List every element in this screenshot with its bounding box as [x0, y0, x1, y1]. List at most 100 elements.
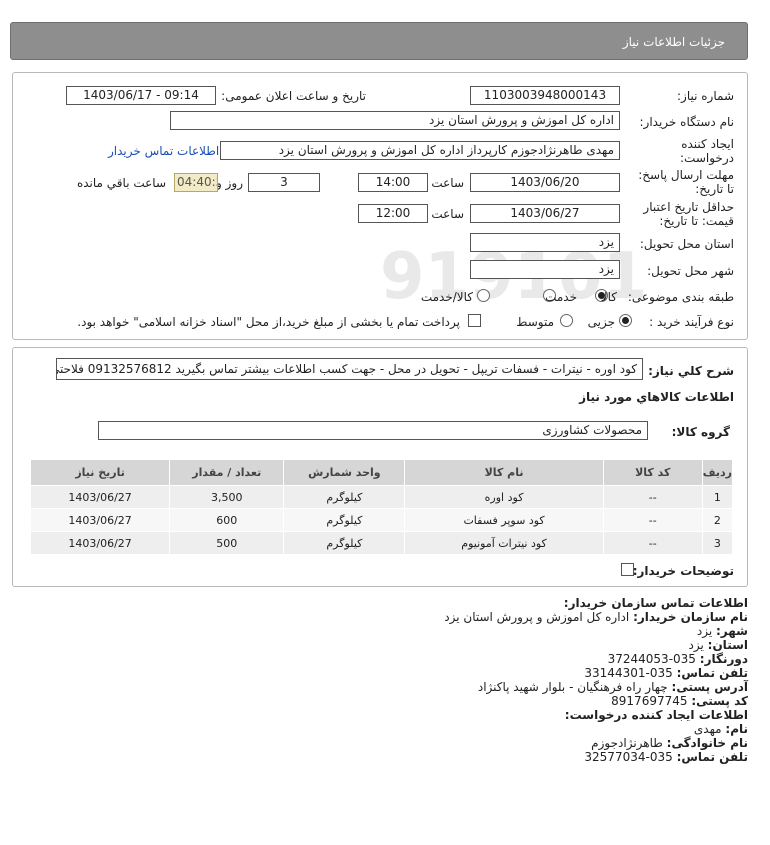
validity-label-2: قیمت: تا تاریخ:: [659, 214, 734, 228]
contact-address-label: آدرس پستی:: [671, 680, 748, 694]
creator-title: اطلاعات ایجاد کننده درخواست:: [564, 708, 748, 722]
validity-time-field: 12:00: [358, 204, 428, 223]
creator-phone-value: 035-32577034: [584, 750, 673, 764]
col-code: کد کالا: [602, 459, 703, 486]
contact-address: آدرس پستی: چهار راه فرهنگیان - بلوار شهی…: [478, 680, 748, 694]
cell-index: 3: [701, 531, 734, 555]
cell-qty: 500: [169, 531, 285, 555]
creator-name: نام: مهدی: [694, 722, 748, 736]
cell-name: کود سوپر فسفات: [404, 508, 604, 532]
goods-table: ردیف کد کالا نام کالا واحد شمارش تعداد /…: [29, 459, 734, 555]
creator-family-value: طاهرنژادجوزم: [591, 736, 663, 750]
remaining-time-field: 04:40:52: [174, 173, 218, 192]
category-option-service: خدمت: [545, 290, 577, 304]
announce-label: تاریخ و ساعت اعلان عمومی:: [221, 89, 366, 103]
table-row: 3 -- کود نیترات آمونیوم کیلوگرم 500 1403…: [29, 531, 734, 555]
contact-phone-value: 035-33144301: [584, 666, 673, 680]
cell-date: 1403/06/27: [29, 485, 171, 509]
cell-name: کود نیترات آمونیوم: [404, 531, 604, 555]
contact-city-value: یزد: [696, 624, 713, 638]
contact-postal-value: 8917697745: [611, 694, 688, 708]
col-index: ردیف: [701, 459, 734, 486]
cell-index: 1: [701, 485, 734, 509]
cell-code: --: [602, 508, 703, 532]
buyer-notes-checkbox[interactable]: [621, 563, 634, 576]
requester-label: ایجاد کننده: [681, 137, 734, 151]
validity-label: حداقل تاریخ اعتبار: [643, 200, 734, 214]
days-field: 3: [248, 173, 320, 192]
buyer-org-label: نام دستگاه خریدار:: [639, 115, 735, 129]
buyer-notes-label: توضیحات خریدار:: [632, 564, 734, 578]
col-name: نام کالا: [404, 459, 604, 486]
process-radio-minor[interactable]: [619, 314, 632, 327]
contact-province: استان: یزد: [689, 638, 749, 652]
table-row: 2 -- کود سوپر فسفات کیلوگرم 600 1403/06/…: [29, 508, 734, 532]
province-label: استان محل تحویل:: [639, 237, 734, 251]
process-label: نوع فرآیند خرید :: [649, 315, 734, 329]
summary-field: کود اوره - نیترات - فسفات تریپل - تحویل …: [56, 358, 643, 380]
cell-unit: کیلوگرم: [283, 508, 406, 532]
treasury-payment-note: پرداخت تمام یا بخشی از مبلغ خرید،از محل …: [77, 315, 460, 329]
contact-org-label: نام سازمان خریدار:: [633, 610, 748, 624]
creator-name-value: مهدی: [693, 722, 722, 736]
contact-phone: تلفن تماس: 035-33144301: [584, 666, 748, 680]
contact-org-value: اداره کل اموزش و پرورش استان یزد: [444, 610, 630, 624]
contact-postal-label: کد پستی:: [691, 694, 748, 708]
creator-phone-label: تلفن تماس:: [676, 750, 748, 764]
validity-time-label: ساعت: [431, 207, 464, 221]
treasury-payment-checkbox[interactable]: [468, 314, 481, 327]
category-option-both: کالا/خدمت: [420, 290, 473, 304]
buyer-org-field: اداره کل اموزش و پرورش استان یزد: [170, 111, 620, 130]
goods-group-label: گروه کالا:: [671, 425, 730, 439]
creator-family: نام خانوادگی: طاهرنژادجوزم: [591, 736, 748, 750]
contact-province-label: استان:: [707, 638, 748, 652]
contact-postal: کد پستی: 8917697745: [611, 694, 748, 708]
contact-city-label: شهر:: [716, 624, 748, 638]
announce-field: 1403/06/17 - 09:14: [66, 86, 216, 105]
creator-phone: تلفن تماس: 035-32577034: [584, 750, 748, 764]
cell-qty: 600: [169, 508, 285, 532]
deadline-label-2: تا تاریخ:: [695, 182, 734, 196]
col-date: تاریخ نیاز: [29, 459, 171, 486]
process-option-medium: متوسط: [516, 315, 554, 329]
cell-index: 2: [701, 508, 734, 532]
category-label: طبقه بندی موضوعی:: [627, 290, 734, 304]
requester-field: مهدی طاهرنژادجوزم کارپرداز اداره کل اموز…: [220, 141, 620, 160]
cell-name: کود اوره: [404, 485, 604, 509]
cell-code: --: [602, 485, 703, 509]
contact-city: شهر: یزد: [697, 624, 748, 638]
deadline-label: مهلت ارسال پاسخ:: [638, 168, 734, 182]
remaining-label: ساعت باقي مانده: [76, 176, 166, 190]
contact-fax-value: 035-37244053: [607, 652, 696, 666]
process-radio-medium[interactable]: [560, 314, 573, 327]
city-field: یزد: [470, 260, 620, 279]
province-field: یزد: [470, 233, 620, 252]
cell-unit: کیلوگرم: [283, 531, 406, 555]
col-unit: واحد شمارش: [283, 459, 406, 486]
cell-unit: کیلوگرم: [283, 485, 406, 509]
summary-label: شرح کلي نياز:: [648, 364, 734, 378]
contact-fax: دورنگار: 035-37244053: [608, 652, 748, 666]
need-number-label: شماره نیاز:: [677, 89, 734, 103]
process-option-minor: جزیی: [587, 315, 615, 329]
deadline-time-field: 14:00: [358, 173, 428, 192]
page-title: جزئیات اطلاعات نیاز: [622, 35, 725, 49]
contact-buyer-link[interactable]: اطلاعات تماس خریدار: [108, 144, 219, 158]
col-qty: تعداد / مقدار: [169, 459, 285, 486]
category-option-goods: کالا: [600, 290, 617, 304]
contact-title: اطلاعات تماس سازمان خریدار:: [563, 596, 748, 610]
contact-address-value: چهار راه فرهنگیان - بلوار شهید پاکنژاد: [477, 680, 668, 694]
need-number-field: 1103003948000143: [470, 86, 620, 105]
contact-phone-label: تلفن تماس:: [676, 666, 748, 680]
category-radio-both[interactable]: [477, 289, 490, 302]
requester-label-2: درخواست:: [680, 151, 734, 165]
table-row: 1 -- کود اوره کیلوگرم 3,500 1403/06/27: [29, 485, 734, 509]
goods-group-field: محصولات کشاورزی: [98, 421, 648, 440]
page-header: جزئیات اطلاعات نیاز: [10, 22, 748, 60]
deadline-time-label: ساعت: [431, 176, 464, 190]
cell-date: 1403/06/27: [29, 531, 171, 555]
cell-qty: 3,500: [169, 485, 285, 509]
deadline-date-field: 1403/06/20: [470, 173, 620, 192]
contact-org: نام سازمان خریدار: اداره کل اموزش و پرور…: [444, 610, 748, 624]
creator-name-label: نام:: [725, 722, 748, 736]
